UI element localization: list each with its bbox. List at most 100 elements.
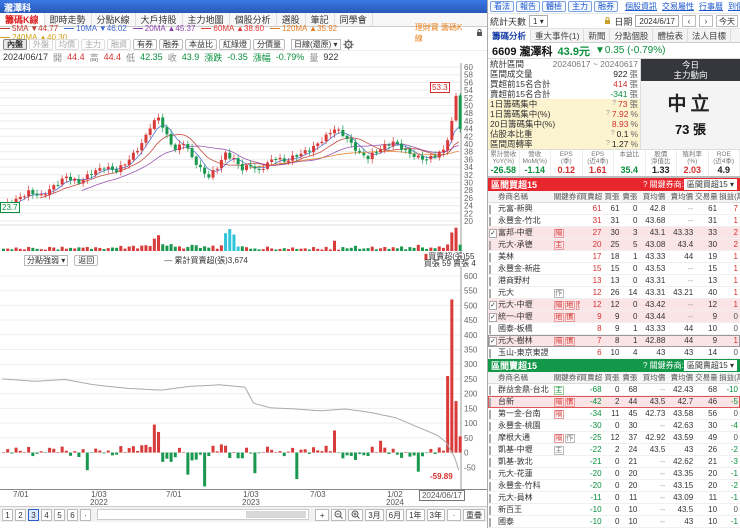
panel-tab[interactable]: 重大事件(1) [531,28,585,43]
panel-action-button[interactable]: 報告 [516,1,540,12]
row-checkbox[interactable] [489,506,491,515]
panel-tab[interactable]: 籌碼分析 [488,28,532,43]
back-button[interactable]: 返回 [74,254,99,266]
range-button[interactable]: · [447,508,461,521]
row-checkbox[interactable] [489,386,491,395]
row-checkbox[interactable] [489,349,491,358]
table-row[interactable]: ✓元大-中壢 隔地慣 12 12 0 43.42 -- 12 1 [488,299,740,311]
row-checkbox[interactable] [489,277,491,286]
table-row[interactable]: ✓ 富邦-中壢 隔 27 30 3 43.1 43.33 33 2 [488,227,740,239]
row-checkbox[interactable] [489,518,491,527]
panel-action-button[interactable]: 看法 [490,1,514,12]
panel-tab[interactable]: 分點個股 [610,28,654,43]
row-checkbox[interactable]: ✓ [489,313,497,322]
price-chart[interactable]: 60 58 56 54 52 50 48 46 44 42 40 38 36 34 32 30 28 26 24 22… [0,63,487,253]
indicator-select[interactable]: 分點強弱 ▾ [24,254,69,266]
range-button[interactable]: 3年 [426,508,445,521]
page-button[interactable]: · [80,508,91,521]
table-row[interactable]: 群益金鼎-台北主 -68 0 68 -- 42.43 68 -10 [488,384,740,396]
chart-tool-button[interactable]: 分價量 [253,38,285,50]
buy-key-select[interactable]: 區間買超15 ▾ [683,179,737,190]
row-checkbox[interactable] [489,265,491,274]
period-select[interactable]: 日線(還原) ▾ [291,38,341,50]
panel-tab[interactable]: 體檢表 [653,28,688,43]
panel-action-button[interactable]: 體檢 [542,1,566,12]
gear-icon[interactable] [343,39,354,50]
table-row[interactable]: 玉山-東京東證 6 10 4 43 43 14 0 [488,347,740,359]
table-row[interactable]: 永豐金-新莊 15 15 0 43.53 -- 15 1 [488,263,740,275]
table-row[interactable]: 永豐金-竹科 -20 0 20 -- 43.15 20 -2 [488,480,740,492]
row-checkbox[interactable] [489,482,491,491]
table-row[interactable]: 國泰-板橋 8 9 1 43.33 44 10 0 [488,323,740,335]
table-row[interactable]: 元富-新興 61 61 0 42.8 -- 61 7 [488,203,740,215]
table-row[interactable]: 港商野村 13 13 0 43.31 -- 13 1 [488,275,740,287]
table-row[interactable]: 元大-員林 -11 0 11 -- 43.09 11 -1 [488,492,740,504]
chart-tool-button[interactable]: 紅綠燈 [219,38,251,50]
stat-days-select[interactable]: 1 ▾ [529,15,548,27]
table-row[interactable]: 國泰 -10 0 10 -- 43 10 -1 [488,516,740,528]
table-row[interactable]: 永豐金-竹北 31 31 0 43.68 -- 31 1 [488,215,740,227]
page-button[interactable]: 3 [28,508,39,521]
table-row[interactable]: 元大-花蓮 -20 0 20 -- 43.35 20 -1 [488,468,740,480]
table-row[interactable]: ✓ 元大-樹林 隔慣 7 8 1 42.88 44 9 1 [488,335,740,347]
table-row[interactable]: 第一金-台南 隔 -34 11 45 42.73 43.58 56 0 [488,408,740,420]
horizontal-scrollbar[interactable] [97,509,310,520]
chart-tool-button[interactable]: 融資 [107,38,131,50]
row-checkbox[interactable] [489,398,491,407]
branch-flow-chart[interactable]: 600 550 500 450 400 350 300 250 200 150 100 50 0 -50-… [0,267,487,489]
panel-link[interactable]: 個股資訊 [625,1,657,12]
page-button[interactable]: 2 [15,508,26,521]
panel-action-button[interactable]: 融券 [594,1,618,12]
date-input[interactable]: 2024/6/17 [635,15,679,27]
range-button[interactable]: 3月 [365,508,384,521]
range-button[interactable]: 6月 [385,508,405,521]
table-row[interactable]: 摩根大通 隔作 -25 12 37 42.92 43.59 49 0 [488,432,740,444]
today-button[interactable]: 今天 [716,15,738,27]
row-checkbox[interactable] [489,470,491,479]
table-row[interactable]: 永豐金-桃園 -30 0 30 -- 42.63 30 -4 [488,420,740,432]
zoom-in-icon[interactable] [348,508,364,521]
row-checkbox[interactable] [489,494,491,503]
row-checkbox[interactable] [489,410,491,419]
row-checkbox[interactable]: ✓ [489,301,497,310]
table-row[interactable]: 美林 17 18 1 43.33 44 19 1 [488,251,740,263]
row-checkbox[interactable] [489,422,491,431]
table-row[interactable]: 凱基-中壢 主 -22 2 24 43.5 43 26 -2 [488,444,740,456]
row-checkbox[interactable] [489,253,491,262]
panel-link[interactable]: 交易屬性 [662,1,694,12]
range-button[interactable]: 1年 [406,508,425,521]
scroll-step-button[interactable]: + [315,508,330,521]
panel-link[interactable]: 到價通知 [728,1,740,12]
page-button[interactable]: 5 [54,508,65,521]
panel-action-button[interactable]: 主力 [568,1,592,12]
help-icon[interactable]: ? [606,109,610,119]
row-checkbox[interactable]: ✓ [489,337,497,346]
help-icon[interactable]: ? [606,139,610,149]
row-checkbox[interactable] [489,289,491,298]
chart-tool-button[interactable]: 本益比 [185,38,217,50]
page-button[interactable]: 6 [67,508,78,521]
row-checkbox[interactable] [489,446,491,455]
table-row[interactable]: 新百王 -10 0 10 -- 43.5 10 0 [488,504,740,516]
sell-key-select[interactable]: 區間賣超15 ▾ [683,360,737,371]
table-row[interactable]: 凱基-敦北 -21 0 21 -- 42.62 21 -3 [488,456,740,468]
chart-tool-button[interactable]: 內盤 [3,38,27,50]
panel-tab[interactable]: 法人目標 [688,28,731,43]
date-prev-button[interactable]: ‹ [682,15,696,27]
row-checkbox[interactable] [489,434,491,443]
date-next-button[interactable]: › [699,15,713,27]
row-checkbox[interactable] [489,458,491,467]
chart-tool-button[interactable]: 融券 [159,38,183,50]
zoom-out-icon[interactable] [331,508,347,521]
row-checkbox[interactable]: ✓ [489,229,497,238]
row-checkbox[interactable] [489,241,491,250]
panel-tab[interactable]: 新聞 [584,28,611,43]
panel-link[interactable]: 行事曆 [699,1,723,12]
page-button[interactable]: 4 [41,508,52,521]
range-button[interactable]: 重疊 [463,508,485,521]
chart-tool-button[interactable]: 主力 [81,38,105,50]
row-checkbox[interactable] [489,325,491,334]
chart-tool-button[interactable]: 外盤 [29,38,53,50]
table-row[interactable]: 台新 隔慣 -42 2 44 43.5 42.7 46 -5 [488,396,740,408]
help-icon[interactable]: ? [612,99,616,109]
